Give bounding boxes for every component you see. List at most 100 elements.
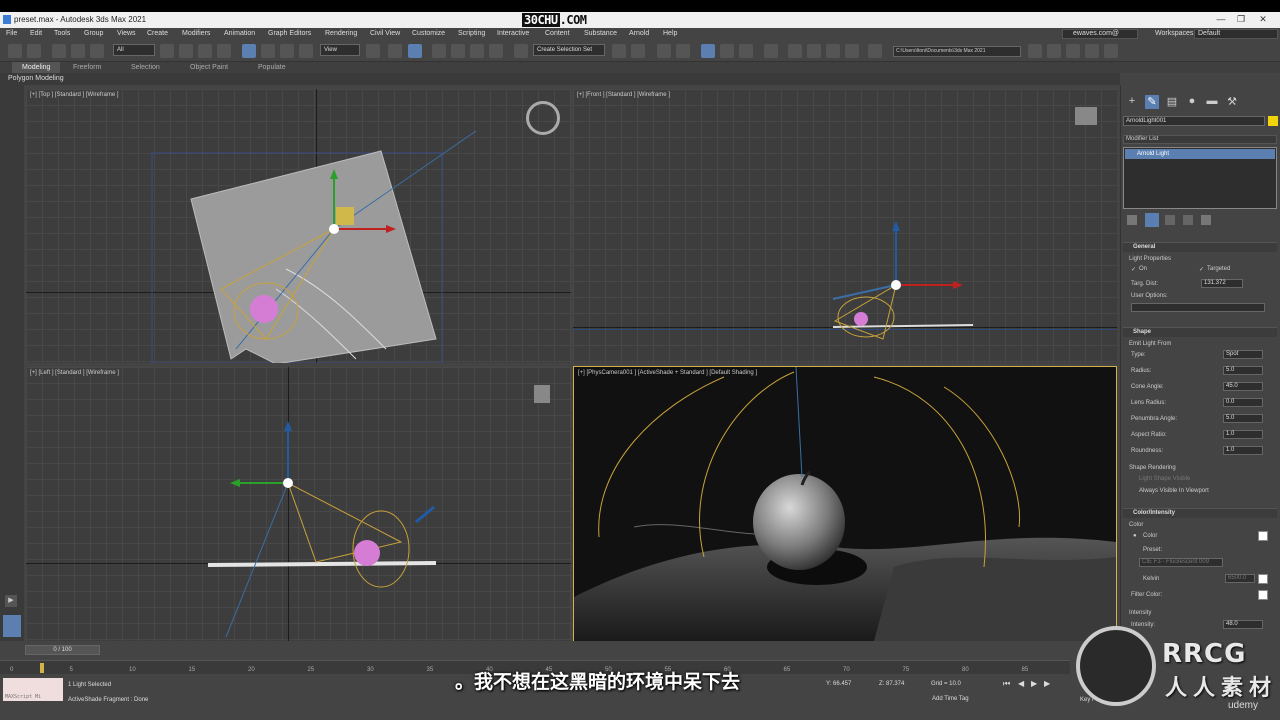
- timeline-keyframe[interactable]: [40, 663, 44, 673]
- user-options-field[interactable]: [1131, 303, 1265, 312]
- rotate-icon[interactable]: [261, 44, 275, 58]
- filter-color-swatch[interactable]: [1258, 590, 1268, 600]
- menu-item-graph-editors[interactable]: Graph Editors: [268, 30, 311, 37]
- render-setup-icon[interactable]: [788, 44, 802, 58]
- always-visible-checkbox[interactable]: Always Visible In Viewport: [1139, 488, 1209, 494]
- menu-item-create[interactable]: Create: [147, 30, 168, 37]
- place-icon[interactable]: [299, 44, 313, 58]
- viewport-front[interactable]: [+] [Front ] [Standard ] [Wireframe ]: [573, 89, 1117, 363]
- mirror-icon[interactable]: [612, 44, 626, 58]
- ribbon-tab-freeform[interactable]: Freeform: [73, 64, 101, 71]
- utilities-tab-icon[interactable]: ⚒: [1225, 95, 1239, 109]
- viewport-camera-activeshade[interactable]: [+] [PhysCamera001 ] [ActiveShade + Stan…: [573, 366, 1117, 642]
- selection-set-dropdown[interactable]: Create Selection Set: [533, 44, 605, 56]
- modify-tab-icon[interactable]: ✎: [1145, 95, 1159, 109]
- rollout-color-intensity[interactable]: Color/Intensity: [1123, 508, 1277, 518]
- save-file-icon[interactable]: [1066, 44, 1080, 58]
- rect-selection-icon[interactable]: [198, 44, 212, 58]
- menu-item-views[interactable]: Views: [117, 30, 136, 37]
- open-file-icon[interactable]: [1047, 44, 1061, 58]
- menu-item-help[interactable]: Help: [663, 30, 677, 37]
- aspect-ratio-spinner[interactable]: 1.0: [1223, 430, 1263, 439]
- ribbon-tab-populate[interactable]: Populate: [258, 64, 286, 71]
- type-dropdown[interactable]: Spot: [1223, 350, 1263, 359]
- rollout-general[interactable]: General: [1123, 242, 1277, 252]
- ribbon-tab-object-paint[interactable]: Object Paint: [190, 64, 228, 71]
- time-slider[interactable]: 0 / 100: [25, 645, 100, 655]
- kelvin-swatch[interactable]: [1258, 574, 1268, 584]
- roundness-spinner[interactable]: 1.0: [1223, 446, 1263, 455]
- menu-item-tools[interactable]: Tools: [54, 30, 70, 37]
- menu-item-arnold[interactable]: Arnold: [629, 30, 649, 37]
- kelvin-radio-label[interactable]: Kelvin: [1143, 576, 1159, 582]
- menu-item-edit[interactable]: Edit: [30, 30, 42, 37]
- maxscript-listener[interactable]: MAXScript Mi: [3, 678, 63, 701]
- motion-tab-icon[interactable]: ●: [1185, 95, 1199, 109]
- menu-item-modifiers[interactable]: Modifiers: [182, 30, 210, 37]
- pin-stack-icon[interactable]: [1127, 215, 1137, 225]
- select-manipulate-icon[interactable]: [388, 44, 402, 58]
- menu-item-substance[interactable]: Substance: [584, 30, 617, 37]
- unlink-icon[interactable]: [71, 44, 85, 58]
- lens-radius-spinner[interactable]: 0.0: [1223, 398, 1263, 407]
- radius-spinner[interactable]: 5.0: [1223, 366, 1263, 375]
- rollout-shape[interactable]: Shape: [1123, 327, 1277, 337]
- on-checkbox-icon[interactable]: ✓: [1131, 266, 1136, 273]
- close-icon[interactable]: ✕: [1256, 14, 1270, 25]
- project-path-field[interactable]: C:\Users\ltoni\Documents\3ds Max 2021: [893, 46, 1021, 57]
- menu-item-civil-view[interactable]: Civil View: [370, 30, 400, 37]
- bind-spacewarp-icon[interactable]: [90, 44, 104, 58]
- undo-icon[interactable]: [8, 44, 22, 58]
- percent-snap-icon[interactable]: [470, 44, 484, 58]
- menu-item-group[interactable]: Group: [84, 30, 103, 37]
- account-dropdown[interactable]: ewaves.com@: [1062, 29, 1138, 39]
- link-icon[interactable]: [52, 44, 66, 58]
- viewport-label-top[interactable]: [+] [Top ] [Standard ] [Wireframe ]: [30, 92, 119, 98]
- make-unique-icon[interactable]: [1165, 215, 1175, 225]
- stack-item-arnold-light[interactable]: Arnold Light: [1125, 149, 1275, 159]
- window-crossing-icon[interactable]: [217, 44, 231, 58]
- align-icon[interactable]: [631, 44, 645, 58]
- play-icon[interactable]: ▶: [1031, 679, 1037, 688]
- show-end-result-icon[interactable]: [1145, 213, 1159, 227]
- ref-coord-dropdown[interactable]: View: [320, 44, 360, 56]
- menu-item-animation[interactable]: Animation: [224, 30, 255, 37]
- light-shape-visible-checkbox[interactable]: Light Shape Visible: [1139, 476, 1190, 482]
- menu-item-file[interactable]: File: [6, 30, 17, 37]
- minimize-icon[interactable]: —: [1214, 14, 1228, 25]
- object-color-swatch[interactable]: [1268, 116, 1278, 126]
- cone-angle-spinner[interactable]: 45.0: [1223, 382, 1263, 391]
- create-tab-icon[interactable]: +: [1125, 95, 1139, 109]
- selection-filter-dropdown[interactable]: All: [113, 44, 155, 56]
- export-icon[interactable]: [1104, 44, 1118, 58]
- viewcube-icon[interactable]: [1075, 107, 1097, 125]
- polygon-modeling-bar[interactable]: Polygon Modeling: [0, 73, 1120, 85]
- viewport-label-camera[interactable]: [+] [PhysCamera001 ] [ActiveShade + Stan…: [578, 370, 757, 376]
- render-production-icon[interactable]: [826, 44, 840, 58]
- menu-item-content[interactable]: Content: [545, 30, 570, 37]
- keyboard-shortcut-icon[interactable]: [408, 44, 422, 58]
- select-object-icon[interactable]: [160, 44, 174, 58]
- edit-named-sets-icon[interactable]: [514, 44, 528, 58]
- ribbon-tab-selection[interactable]: Selection: [131, 64, 160, 71]
- next-frame-icon[interactable]: ▶: [1044, 679, 1050, 688]
- pivot-icon[interactable]: [366, 44, 380, 58]
- expand-arrow-icon[interactable]: ▶: [5, 595, 17, 607]
- curve-editor-icon[interactable]: [720, 44, 734, 58]
- penumbra-angle-spinner[interactable]: 5.0: [1223, 414, 1263, 423]
- targ-dist-spinner[interactable]: 131.372: [1201, 279, 1243, 288]
- layer-explorer-icon[interactable]: [676, 44, 690, 58]
- menu-item-interactive[interactable]: Interactive: [497, 30, 529, 37]
- rendered-frame-icon[interactable]: [807, 44, 821, 58]
- intensity-spinner[interactable]: 48.0: [1223, 620, 1263, 629]
- maximize-icon[interactable]: ❐: [1234, 14, 1248, 25]
- configure-sets-icon[interactable]: [1201, 215, 1211, 225]
- viewport-label-front[interactable]: [+] [Front ] [Standard ] [Wireframe ]: [577, 92, 670, 98]
- ribbon-toggle-icon[interactable]: [701, 44, 715, 58]
- redo-icon[interactable]: [27, 44, 41, 58]
- viewcube-icon[interactable]: [534, 385, 550, 403]
- remove-modifier-icon[interactable]: [1183, 215, 1193, 225]
- preset-dropdown[interactable]: CIE F3 - Fluorescent 009: [1139, 558, 1223, 567]
- display-tab-icon[interactable]: ▬: [1205, 95, 1219, 109]
- viewcube-icon[interactable]: [526, 101, 560, 135]
